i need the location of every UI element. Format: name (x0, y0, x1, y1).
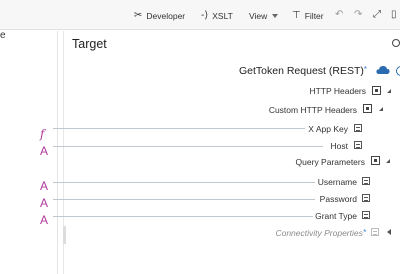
field-icon (371, 228, 379, 236)
developer-button[interactable]: ✂ Developer (134, 9, 185, 23)
filter-button[interactable]: ⊤ Filter (292, 9, 324, 23)
filter-icon: ⊤ (292, 10, 301, 21)
expand-icon[interactable]: ⤢ (373, 10, 381, 20)
field-icon (354, 141, 362, 149)
tree-node-custom-http-headers[interactable]: Custom HTTP Headers (269, 105, 357, 115)
tree-node-grant-type[interactable]: Grant Type (315, 211, 357, 221)
collapse-icon[interactable] (387, 229, 391, 235)
expand-icon[interactable] (386, 159, 390, 163)
filter-label: Filter (304, 11, 324, 21)
mapping-line-x-app-key[interactable] (53, 128, 305, 129)
tree-node-x-app-key[interactable]: X App Key (308, 124, 348, 134)
field-icon (362, 211, 370, 219)
view-dropdown[interactable]: View (249, 9, 279, 23)
endpoint-icon (396, 66, 400, 76)
connectivity-properties-label: Connectivity Properties (275, 228, 363, 238)
mapping-line-grant-type[interactable] (53, 216, 313, 217)
developer-label: Developer (146, 11, 186, 21)
expand-icon[interactable] (387, 89, 391, 93)
source-pane (0, 31, 58, 274)
xslt-button[interactable]: -⟩ XSLT (201, 9, 233, 23)
tree-node-host[interactable]: Host (331, 141, 348, 151)
mapping-line-password[interactable] (53, 199, 315, 200)
undo-icon[interactable]: ↶ (335, 10, 343, 20)
structure-icon (371, 156, 380, 165)
attribute-mark-host[interactable]: A (40, 145, 48, 157)
redo-icon[interactable]: ↷ (354, 10, 362, 20)
required-marker: * (362, 228, 366, 237)
expand-icon[interactable] (379, 107, 383, 111)
field-icon (362, 177, 370, 185)
cloud-icon (376, 65, 390, 77)
mapping-line-host[interactable] (53, 146, 323, 147)
field-icon (362, 194, 370, 202)
xslt-icon: -⟩ (201, 10, 209, 21)
tree-node-username[interactable]: Username (318, 177, 357, 187)
search-icon[interactable] (392, 39, 400, 47)
panel-toggle-icon[interactable]: ▯ (391, 10, 397, 20)
tree-node-query-parameters[interactable]: Query Parameters (296, 157, 365, 167)
field-icon (354, 124, 362, 132)
source-pane-edge-text: e (0, 30, 6, 41)
attribute-mark-grant-type[interactable]: A (40, 214, 48, 226)
structure-icon (363, 104, 372, 113)
tree-node-password[interactable]: Password (320, 194, 357, 204)
structure-icon (372, 86, 381, 95)
function-mark-x-app-key[interactable]: f (40, 128, 44, 140)
scrollbar[interactable] (63, 226, 66, 244)
tree-node-connectivity-properties[interactable]: Connectivity Properties* (275, 228, 366, 238)
chevron-down-icon (272, 14, 279, 18)
required-marker: * (363, 65, 367, 74)
attribute-mark-password[interactable]: A (40, 197, 48, 209)
view-label: View (249, 11, 268, 21)
xslt-label: XSLT (212, 11, 233, 21)
tools-icon: ✂ (134, 10, 143, 21)
mapping-line-username[interactable] (53, 182, 315, 183)
tree-node-http-headers[interactable]: HTTP Headers (309, 86, 366, 96)
target-title: Target (72, 37, 107, 51)
root-node-label: GetToken Request (REST) (238, 65, 364, 77)
toolbar: ✂ Developer -⟩ XSLT View ⊤ Filter ↶ ↷ ⤢ … (0, 0, 400, 30)
attribute-mark-username[interactable]: A (40, 180, 48, 192)
tree-node-root[interactable]: GetToken Request (REST)* (239, 65, 367, 77)
